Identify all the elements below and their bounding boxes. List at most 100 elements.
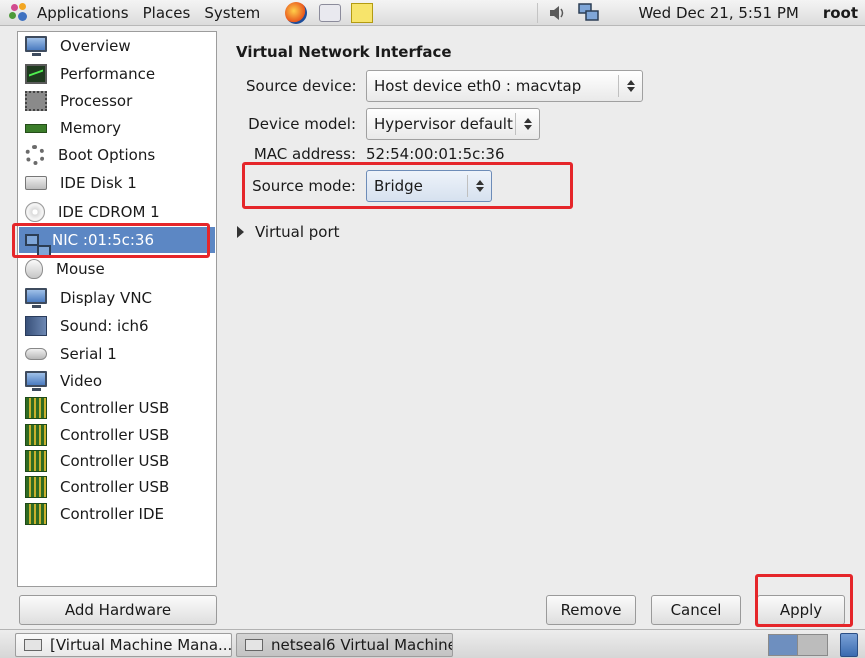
hw-item-boot-options[interactable]: Boot Options <box>19 142 215 168</box>
hw-item-label: IDE CDROM 1 <box>58 203 160 221</box>
mac-address-label: MAC address: <box>253 145 356 163</box>
source-mode-value: Bridge <box>374 177 423 195</box>
hw-item-label: Controller USB <box>60 452 170 470</box>
hw-item-controller-usb[interactable]: Controller USB <box>19 395 215 421</box>
task-virtual-machine-manager[interactable]: [Virtual Machine Mana... <box>15 633 232 657</box>
hw-item-processor[interactable]: Processor <box>19 88 215 114</box>
workspace-2[interactable] <box>798 635 827 655</box>
top-panel: Applications Places System Wed Dec 21, 5… <box>0 0 865 26</box>
hw-item-label: Controller IDE <box>60 505 165 523</box>
window-icon <box>245 639 263 651</box>
hw-item-serial-1[interactable]: Serial 1 <box>19 341 215 367</box>
task-label: netseal6 Virtual Machine <box>271 636 453 654</box>
cpu-icon <box>25 91 47 111</box>
hw-item-label: NIC :01:5c:36 <box>52 231 155 249</box>
combo-arrows-icon <box>467 175 491 197</box>
menu-system[interactable]: System <box>197 0 267 26</box>
disk-icon <box>25 176 47 190</box>
bottom-taskbar: [Virtual Machine Mana... netseal6 Virtua… <box>0 629 865 658</box>
gnome-foot-icon[interactable] <box>8 2 30 24</box>
combo-arrows-icon <box>618 75 642 97</box>
hw-item-label: Boot Options <box>58 146 156 164</box>
mac-address-value: 52:54:00:01:5c:36 <box>366 145 505 163</box>
network-status-icon[interactable] <box>578 3 600 23</box>
hw-item-controller-ide[interactable]: Controller IDE <box>19 501 215 527</box>
workspace-switcher[interactable] <box>768 634 828 656</box>
sound-card-icon <box>25 316 47 336</box>
mail-icon[interactable] <box>319 3 342 22</box>
window-icon <box>24 639 42 651</box>
notes-icon[interactable] <box>351 2 374 23</box>
hw-item-label: Controller USB <box>60 478 170 496</box>
menu-applications[interactable]: Applications <box>30 0 136 26</box>
hw-item-label: Controller USB <box>60 399 170 417</box>
section-title: Virtual Network Interface <box>236 43 452 61</box>
hw-item-label: Serial 1 <box>60 345 117 363</box>
clock[interactable]: Wed Dec 21, 5:51 PM <box>638 4 798 22</box>
hw-item-sound[interactable]: Sound: ich6 <box>19 313 215 339</box>
user-name[interactable]: root <box>823 4 858 22</box>
source-device-combo[interactable]: Host device eth0 : macvtap <box>366 70 643 102</box>
hw-item-display-vnc[interactable]: Display VNC <box>19 285 215 311</box>
device-model-label: Device model: <box>248 115 356 133</box>
performance-icon <box>25 64 47 84</box>
hw-item-mouse[interactable]: Mouse <box>19 256 215 282</box>
source-mode-combo[interactable]: Bridge <box>366 170 492 202</box>
speaker-icon[interactable] <box>548 4 566 22</box>
hw-item-performance[interactable]: Performance <box>19 61 215 87</box>
hw-item-label: Overview <box>60 37 131 55</box>
source-device-value: Host device eth0 : macvtap <box>374 77 582 95</box>
hw-item-label: Performance <box>60 65 156 83</box>
main-menu: Applications Places System <box>30 0 267 26</box>
add-hardware-button[interactable]: Add Hardware <box>19 595 217 625</box>
hw-item-label: Memory <box>60 119 122 137</box>
hw-item-label: Controller USB <box>60 426 170 444</box>
task-netseal6-virtual-machine[interactable]: netseal6 Virtual Machine <box>236 633 453 657</box>
hw-item-label: Video <box>60 372 103 390</box>
hw-item-label: IDE Disk 1 <box>60 174 137 192</box>
hw-item-label: Mouse <box>56 260 105 278</box>
controller-icon <box>25 424 47 446</box>
hw-item-controller-usb[interactable]: Controller USB <box>19 474 215 500</box>
tray-separator <box>537 3 539 23</box>
apply-button[interactable]: Apply <box>757 595 845 625</box>
hw-item-controller-usb[interactable]: Controller USB <box>19 448 215 474</box>
cdrom-icon <box>25 202 45 222</box>
hw-item-controller-usb[interactable]: Controller USB <box>19 422 215 448</box>
hw-item-video[interactable]: Video <box>19 368 215 394</box>
hardware-list[interactable]: Overview Performance Processor Memory Bo… <box>17 31 217 587</box>
combo-arrows-icon <box>515 113 539 135</box>
serial-port-icon <box>25 348 47 360</box>
hw-item-label: Sound: ich6 <box>60 317 149 335</box>
hw-item-nic[interactable]: NIC :01:5c:36 <box>19 227 215 257</box>
hw-item-label: Processor <box>60 92 133 110</box>
mouse-icon <box>25 259 43 279</box>
controller-icon <box>25 450 47 472</box>
source-mode-label: Source mode: <box>252 177 356 195</box>
hw-item-label: Display VNC <box>60 289 153 307</box>
gear-icon <box>25 145 45 165</box>
monitor-icon <box>25 288 47 308</box>
monitor-icon <box>25 36 47 56</box>
device-model-combo[interactable]: Hypervisor default <box>366 108 540 140</box>
remove-button[interactable]: Remove <box>546 595 636 625</box>
hw-item-overview[interactable]: Overview <box>19 33 215 59</box>
device-model-value: Hypervisor default <box>374 115 513 133</box>
memory-icon <box>25 123 47 133</box>
system-tray: Wed Dec 21, 5:51 PM root <box>537 0 865 26</box>
menu-places[interactable]: Places <box>136 0 198 26</box>
task-label: [Virtual Machine Mana... <box>50 636 232 654</box>
hw-item-memory[interactable]: Memory <box>19 115 215 141</box>
firefox-icon[interactable] <box>285 1 308 24</box>
controller-icon <box>25 397 47 419</box>
trash-icon[interactable] <box>840 633 858 657</box>
hw-item-ide-disk-1[interactable]: IDE Disk 1 <box>19 170 215 196</box>
hw-item-ide-cdrom-1[interactable]: IDE CDROM 1 <box>19 199 215 225</box>
cancel-button[interactable]: Cancel <box>651 595 741 625</box>
controller-icon <box>25 503 47 525</box>
network-card-icon <box>25 234 51 257</box>
virtual-port-expander[interactable]: Virtual port <box>237 223 340 241</box>
workspace-1[interactable] <box>769 635 799 655</box>
expander-triangle-icon <box>237 226 244 238</box>
source-device-label: Source device: <box>246 77 357 95</box>
